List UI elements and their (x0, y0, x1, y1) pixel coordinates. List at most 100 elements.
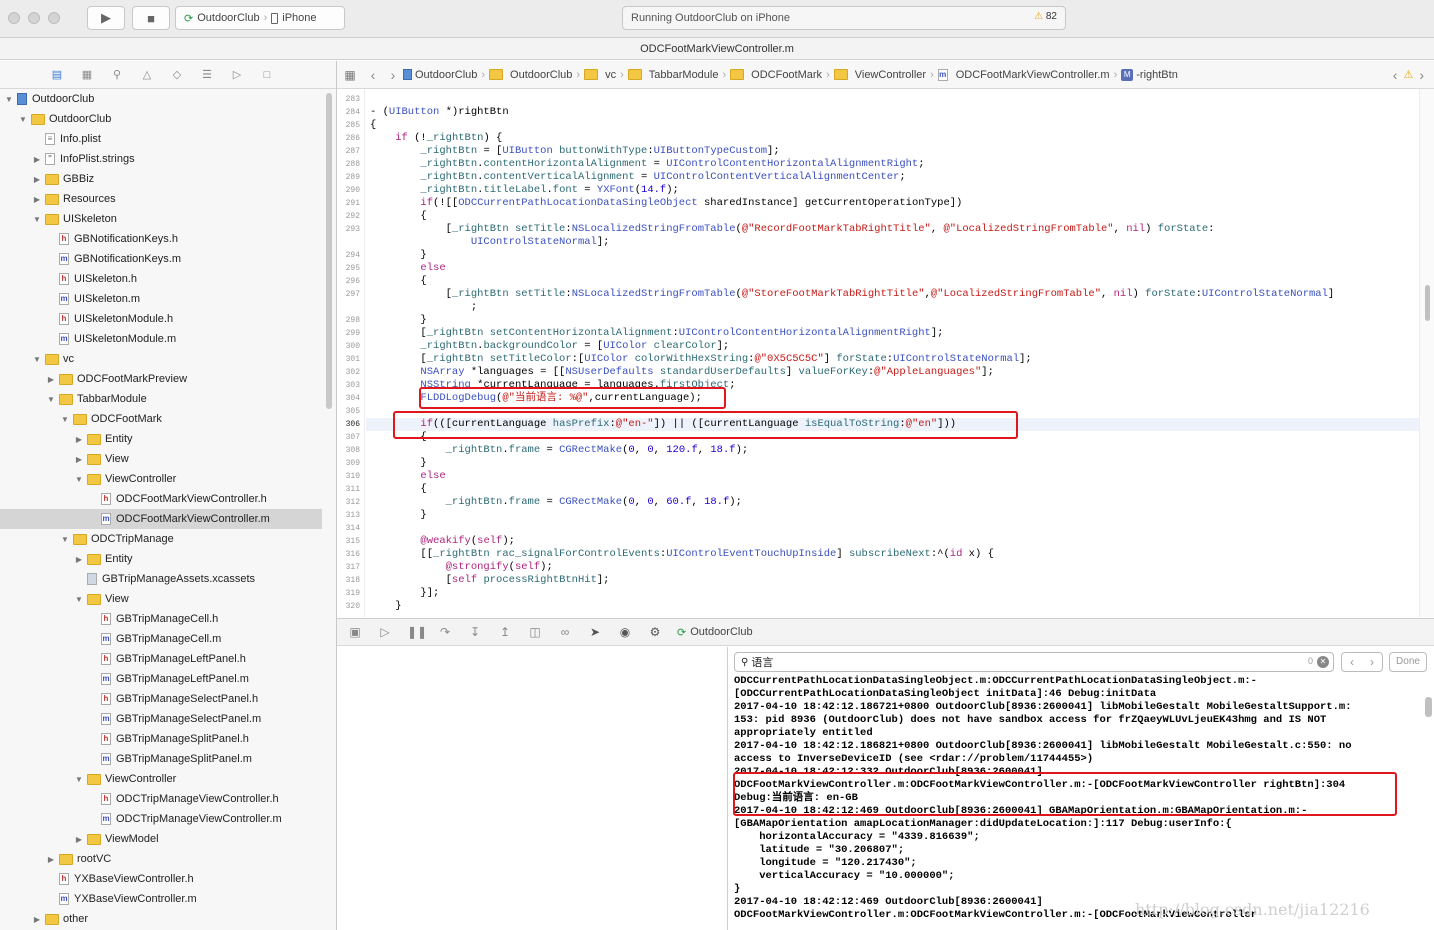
test-icon[interactable]: ◇ (170, 68, 184, 82)
issue-icon[interactable]: △ (140, 68, 154, 82)
close-window-button[interactable] (8, 12, 20, 24)
navigator-item[interactable]: ▶ GBBiz (0, 169, 322, 189)
navigator-item[interactable]: ▼ ODCFootMark (0, 409, 322, 429)
navigator-item[interactable]: h GBNotificationKeys.h (0, 229, 322, 249)
navigator-item[interactable]: m UISkeleton.m (0, 289, 322, 309)
breadcrumb-item[interactable]: OutdoorClub (403, 69, 477, 81)
minimize-window-button[interactable] (28, 12, 40, 24)
navigator-item[interactable]: m YXBaseViewController.m (0, 889, 322, 909)
navigator-item[interactable]: ▼ ODCTripManage (0, 529, 322, 549)
disclosure-closed-icon[interactable]: ▶ (74, 835, 84, 844)
navigator-item[interactable]: m GBTripManageLeftPanel.m (0, 669, 322, 689)
disclosure-closed-icon[interactable]: ▶ (46, 855, 56, 864)
code-line[interactable]: _rightBtn.frame = CGRectMake(0, 0, 60.f,… (370, 496, 742, 509)
navigator-item[interactable]: m ODCTripManageViewController.m (0, 809, 322, 829)
navigator-item[interactable]: m UISkeletonModule.m (0, 329, 322, 349)
disclosure-open-icon[interactable]: ▼ (74, 475, 84, 484)
navigator-item[interactable]: h GBTripManageSelectPanel.h (0, 689, 322, 709)
code-line[interactable]: } (370, 249, 426, 262)
next-match-icon[interactable]: › (1362, 653, 1382, 671)
navigator-item[interactable]: h ODCTripManageViewController.h (0, 789, 322, 809)
debug-icon[interactable]: ☰ (200, 68, 214, 82)
navigator-item[interactable]: h YXBaseViewController.h (0, 869, 322, 889)
code-line[interactable]: if(![[ODCCurrentPathLocationDataSingleOb… (370, 197, 962, 210)
view-hierarchy-icon[interactable]: ◫ (527, 625, 543, 639)
clear-icon[interactable]: ✕ (1317, 656, 1329, 668)
navigator-item[interactable]: ▶ Entity (0, 549, 322, 569)
code-line[interactable]: [_rightBtn setContentHorizontalAlignment… (370, 327, 943, 340)
disclosure-closed-icon[interactable]: ▶ (32, 155, 42, 164)
step-into-icon[interactable]: ↧ (467, 625, 483, 639)
related-items-icon[interactable]: ▦ (337, 68, 363, 82)
code-line[interactable]: if (!_rightBtn) { (370, 132, 502, 145)
code-line[interactable]: }]; (370, 587, 439, 600)
code-line[interactable]: { (370, 275, 426, 288)
navigator-item[interactable]: ▼ View (0, 589, 322, 609)
code-line[interactable]: else (370, 262, 445, 275)
breadcrumb-item[interactable]: m ODCFootMarkViewController.m (937, 68, 1110, 81)
previous-match-icon[interactable]: ‹ (1342, 653, 1362, 671)
navigator-item[interactable]: ≡ Info.plist (0, 129, 322, 149)
report-icon[interactable]: □ (260, 68, 274, 82)
navigator-item[interactable]: ▼ vc (0, 349, 322, 369)
scheme-selector[interactable]: ⟳ OutdoorClub › iPhone (175, 6, 345, 30)
navigator-item[interactable]: m GBTripManageCell.m (0, 629, 322, 649)
code-line[interactable]: [_rightBtn setTitleColor:[UIColor colorW… (370, 353, 1031, 366)
code-line[interactable]: [[_rightBtn rac_signalForControlEvents:U… (370, 548, 993, 561)
navigator-item[interactable]: m ODCFootMarkViewController.m (0, 509, 322, 529)
code-line[interactable]: _rightBtn = [UIButton buttonWithType:UIB… (370, 145, 779, 158)
navigator-item[interactable]: ▼ OutdoorClub (0, 109, 322, 129)
breadcrumb-item[interactable]: OutdoorClub (489, 69, 572, 81)
code-line[interactable]: [_rightBtn setTitle:NSLocalizedStringFro… (370, 288, 1335, 301)
navigator-item[interactable]: h ODCFootMarkViewController.h (0, 489, 322, 509)
code-line[interactable]: ; (370, 301, 477, 314)
code-line[interactable]: - (UIButton *)rightBtn (370, 106, 509, 119)
navigator-item[interactable]: h UISkeleton.h (0, 269, 322, 289)
code-line[interactable]: _rightBtn.frame = CGRectMake(0, 0, 120.f… (370, 444, 749, 457)
breadcrumb-item[interactable]: ViewController (833, 69, 926, 81)
code-line[interactable]: _rightBtn.contentHorizontalAlignment = U… (370, 158, 924, 171)
memory-graph-icon[interactable]: ∞ (557, 625, 573, 639)
breakpoint-icon[interactable]: ▷ (230, 68, 244, 82)
code-line[interactable]: } (370, 600, 401, 613)
code-line[interactable]: { (370, 119, 376, 132)
stop-button[interactable]: ■ (132, 6, 170, 30)
scrollbar-thumb[interactable] (1425, 285, 1430, 321)
disclosure-closed-icon[interactable]: ▶ (74, 435, 84, 444)
disclosure-closed-icon[interactable]: ▶ (46, 375, 56, 384)
hide-debug-area-icon[interactable]: ▣ (347, 625, 363, 639)
disclosure-closed-icon[interactable]: ▶ (32, 175, 42, 184)
code-line[interactable]: { (370, 210, 426, 223)
navigator-item[interactable]: ▶ Resources (0, 189, 322, 209)
zoom-window-button[interactable] (48, 12, 60, 24)
disclosure-closed-icon[interactable]: ▶ (74, 455, 84, 464)
breadcrumb-item[interactable]: M -rightBtn (1121, 68, 1178, 81)
code-line[interactable]: @strongify(self); (370, 561, 553, 574)
console-filter-field[interactable]: ⚲ 语言 0 ✕ (734, 652, 1334, 672)
disclosure-open-icon[interactable]: ▼ (74, 595, 84, 604)
editor-scrollbar[interactable] (1419, 89, 1434, 617)
navigator-item[interactable]: ▶ ODCFootMarkPreview (0, 369, 322, 389)
navigator-item[interactable]: m GBTripManageSplitPanel.m (0, 749, 322, 769)
source-control-icon[interactable]: ▦ (80, 68, 94, 82)
forward-icon[interactable]: › (383, 67, 403, 83)
code-line[interactable]: { (370, 483, 426, 496)
step-over-icon[interactable]: ↷ (437, 625, 453, 639)
gear-icon[interactable]: ⚙ (647, 625, 663, 639)
code-line[interactable]: @weakify(self); (370, 535, 515, 548)
navigator-item[interactable]: GBTripManageAssets.xcassets (0, 569, 322, 589)
navigator-item[interactable]: ▼ ViewController (0, 769, 322, 789)
console-scrollbar[interactable] (1425, 697, 1432, 717)
code-line[interactable]: NSArray *languages = [[NSUserDefaults st… (370, 366, 993, 379)
navigator-item[interactable]: ▶ ViewModel (0, 829, 322, 849)
run-button[interactable]: ▶ (87, 6, 125, 30)
navigator-item[interactable]: h UISkeletonModule.h (0, 309, 322, 329)
disclosure-open-icon[interactable]: ▼ (74, 775, 84, 784)
navigator-item[interactable]: h GBTripManageLeftPanel.h (0, 649, 322, 669)
disclosure-open-icon[interactable]: ▼ (46, 395, 56, 404)
disclosure-closed-icon[interactable]: ▶ (32, 195, 42, 204)
navigator-item[interactable]: ▶ Entity (0, 429, 322, 449)
code-line[interactable]: [_rightBtn setTitle:NSLocalizedStringFro… (370, 223, 1215, 236)
navigator-item[interactable]: h GBTripManageCell.h (0, 609, 322, 629)
disclosure-closed-icon[interactable]: ▶ (74, 555, 84, 564)
